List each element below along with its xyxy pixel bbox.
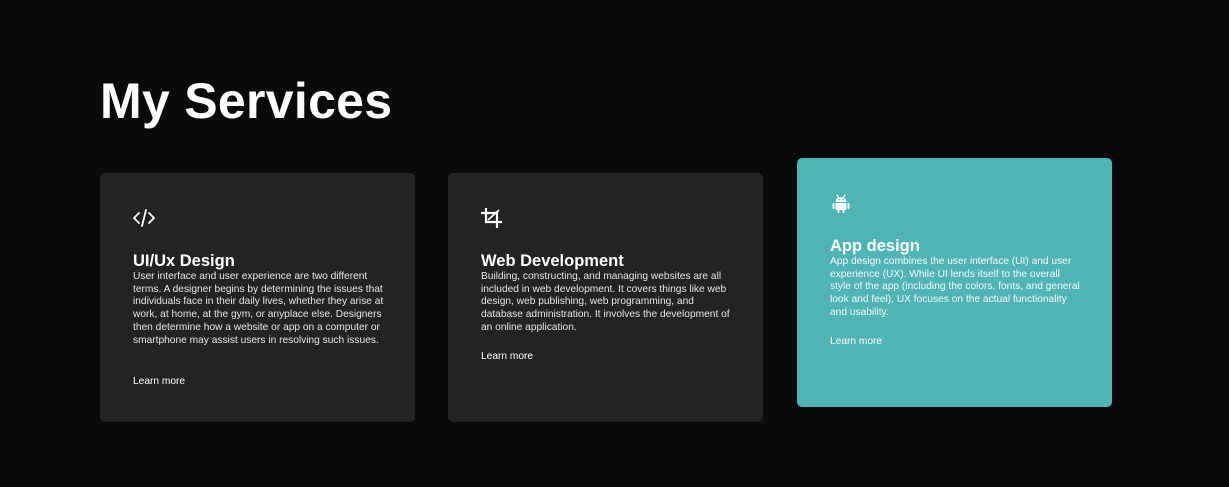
code-icon [133,209,155,227]
page-title: My Services [100,73,393,129]
service-description: Building, constructing, and managing web… [481,271,730,333]
services-section: My Services UI/Ux Design User interface … [0,0,1229,487]
learn-more-link[interactable]: Learn more [133,376,185,388]
learn-more-link[interactable]: Learn more [830,336,882,348]
service-description: App design combines the user interface (… [830,256,1080,318]
service-title: App design [830,237,920,255]
service-card-ui-ux-design: UI/Ux Design User interface and user exp… [100,173,415,422]
service-title: UI/Ux Design [133,252,235,270]
learn-more-link[interactable]: Learn more [481,351,533,363]
service-title: Web Development [481,252,624,270]
service-card-web-development: Web Development Building, constructing, … [448,173,763,422]
crop-icon [481,208,503,228]
android-icon [832,194,850,213]
service-card-app-design: App design App design combines the user … [797,158,1112,407]
service-description: User interface and user experience are t… [133,271,384,346]
